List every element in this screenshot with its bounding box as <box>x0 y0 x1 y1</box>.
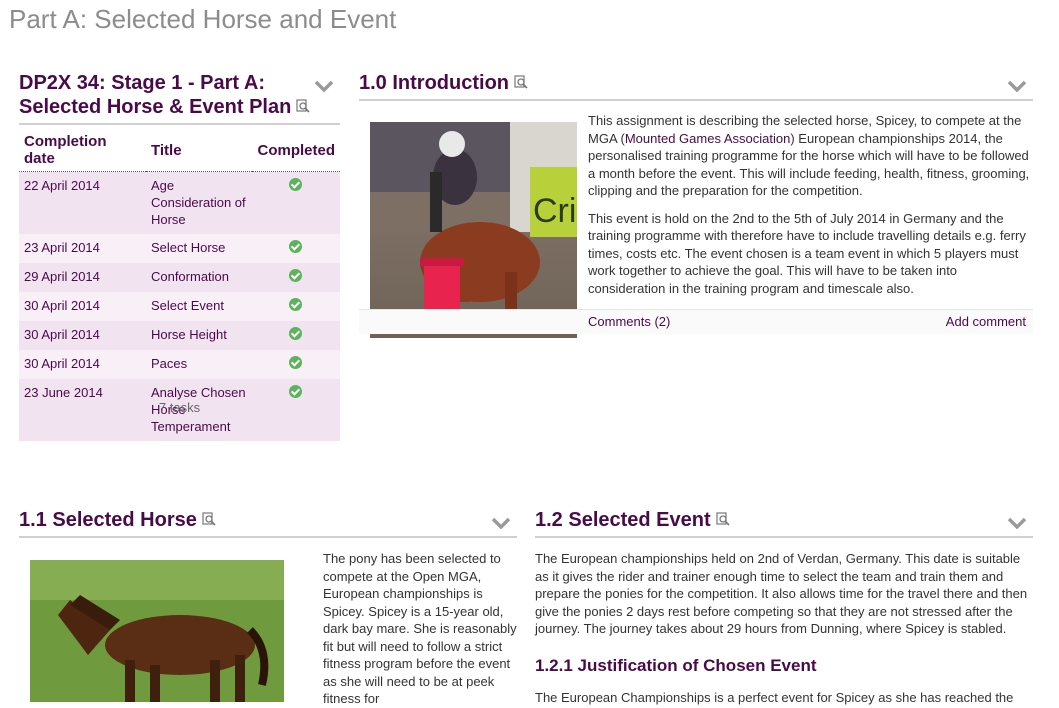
magnify-icon[interactable] <box>296 95 310 119</box>
comments-link[interactable]: Comments (2) <box>588 314 670 329</box>
table-row: 23 April 2014 Select Horse <box>19 234 340 263</box>
intro-title-text: 1.0 Introduction <box>359 72 509 94</box>
completed-check-icon <box>289 327 303 340</box>
table-row: 30 April 2014 Horse Height <box>19 321 340 350</box>
plan-title-line2: Selected Horse & Event Plan <box>19 96 292 118</box>
collapse-chevron-icon[interactable] <box>1007 516 1027 534</box>
task-count: 7 tasks <box>158 400 201 415</box>
horse-title[interactable]: 1.1 Selected Horse <box>19 508 517 532</box>
completed-check-icon <box>289 298 303 311</box>
row-title-link[interactable]: Paces <box>145 350 253 379</box>
table-row: 30 April 2014 Select Event <box>19 292 340 321</box>
row-title-link[interactable]: Age Consideration of Horse <box>145 171 253 234</box>
intro-block-header: 1.0 Introduction <box>359 71 1033 101</box>
table-row: 30 April 2014 Paces <box>19 350 340 379</box>
mga-link[interactable]: Mounted Games Association <box>625 131 790 146</box>
event-block-header: 1.2 Selected Event <box>535 508 1033 538</box>
intro-photo-rider: Cri <box>370 122 577 338</box>
row-title-link[interactable]: Conformation <box>145 263 253 292</box>
magnify-icon[interactable] <box>716 508 730 532</box>
row-date: 30 April 2014 <box>19 321 146 350</box>
table-row: 22 April 2014 Age Consideration of Horse <box>19 171 340 234</box>
horse-photo <box>30 560 284 702</box>
collapse-chevron-icon[interactable] <box>1007 79 1027 97</box>
table-row: 29 April 2014 Conformation <box>19 263 340 292</box>
event-body-2: The European Championships is a perfect … <box>535 690 1014 705</box>
horse-title-text: 1.1 Selected Horse <box>19 509 197 531</box>
column-header-completed[interactable]: Completed <box>252 129 340 172</box>
column-header-title[interactable]: Title <box>145 129 253 172</box>
add-comment-link[interactable]: Add comment <box>946 314 1026 329</box>
event-title-text: 1.2 Selected Event <box>535 509 711 531</box>
plan-block-header: DP2X 34: Stage 1 - Part A: Selected Hors… <box>19 71 340 125</box>
page-title: Part A: Selected Horse and Event <box>9 4 397 34</box>
collapse-chevron-icon[interactable] <box>491 516 511 534</box>
completed-check-icon <box>289 269 303 282</box>
event-subtitle: 1.2.1 Justification of Chosen Event <box>535 656 817 675</box>
row-title-link[interactable]: Horse Height <box>145 321 253 350</box>
completed-check-icon <box>289 356 303 369</box>
row-title-link[interactable]: Select Event <box>145 292 253 321</box>
collapse-chevron-icon[interactable] <box>314 79 334 97</box>
plan-task-table: Completion date Title Completed 22 April… <box>19 129 340 441</box>
completed-check-icon <box>289 178 303 191</box>
row-date: 23 April 2014 <box>19 234 146 263</box>
event-title[interactable]: 1.2 Selected Event <box>535 508 1033 532</box>
intro-paragraph-2: This event is hold on the 2nd to the 5th… <box>588 210 1026 296</box>
row-date: 22 April 2014 <box>19 171 146 234</box>
row-date: 30 April 2014 <box>19 350 146 379</box>
horse-body: The pony has been selected to compete at… <box>323 551 517 706</box>
intro-title[interactable]: 1.0 Introduction <box>359 71 1033 95</box>
comments-bar: Comments (2) Add comment <box>359 309 1033 334</box>
event-body: The European championships held on 2nd o… <box>535 551 1028 636</box>
intro-body: This assignment is describing the select… <box>588 112 1030 307</box>
plan-title-line1: DP2X 34: Stage 1 - Part A: <box>19 72 266 94</box>
magnify-icon[interactable] <box>202 508 216 532</box>
row-date: 29 April 2014 <box>19 263 146 292</box>
magnify-icon[interactable] <box>514 71 528 95</box>
row-date: 30 April 2014 <box>19 292 146 321</box>
horse-block-header: 1.1 Selected Horse <box>19 508 517 538</box>
completed-check-icon <box>289 240 303 253</box>
completed-check-icon <box>289 385 303 398</box>
intro-paragraph-1: This assignment is describing the select… <box>588 112 1030 200</box>
plan-title[interactable]: DP2X 34: Stage 1 - Part A: Selected Hors… <box>19 71 340 119</box>
banner-text: Cri <box>533 192 576 230</box>
column-header-date[interactable]: Completion date <box>19 129 146 172</box>
row-title-link[interactable]: Select Horse <box>145 234 253 263</box>
